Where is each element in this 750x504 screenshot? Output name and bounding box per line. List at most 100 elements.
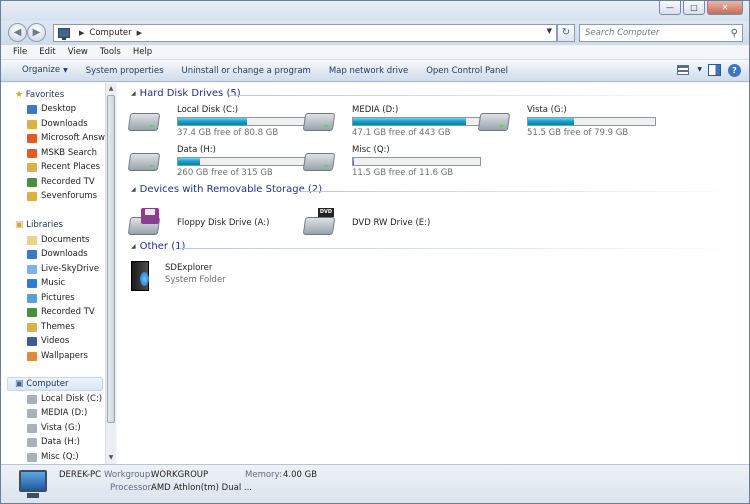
computer-icon: ▣ <box>15 379 24 389</box>
drive-name: Floppy Disk Drive (A:) <box>177 218 270 228</box>
drive-data-h[interactable]: Data (H:) 260 GB free of 315 GB <box>127 145 306 185</box>
menu-edit[interactable]: Edit <box>33 45 61 59</box>
group-header-other[interactable]: ◢ Other (1) <box>131 240 185 254</box>
address-bar[interactable]: ▶ Computer ▶ ▼ <box>53 24 557 42</box>
drive-free-space: 47.1 GB free of 443 GB <box>352 128 451 138</box>
drive-name: MEDIA (D:) <box>352 105 399 115</box>
preview-pane-icon[interactable] <box>708 64 721 76</box>
drive-vista-g[interactable]: Vista (G:) 51.5 GB free of 79.9 GB <box>477 105 656 145</box>
sidebar-item-videos[interactable]: Videos <box>27 334 69 348</box>
organize-button[interactable]: Organize ▼ <box>13 59 77 82</box>
folder-icon <box>27 133 37 143</box>
change-view-icon[interactable] <box>677 65 689 75</box>
sidebar-item-misc-q[interactable]: Misc (Q:) <box>27 450 79 464</box>
close-button[interactable]: ✕ <box>707 1 743 15</box>
scroll-thumb[interactable] <box>107 95 115 423</box>
address-row: ◀ ▶ ▶ Computer ▶ ▼ ↻ Search Computer ⚲ <box>1 21 749 45</box>
nav-label: Sevenforums <box>41 191 98 201</box>
breadcrumb-computer[interactable]: Computer <box>89 28 131 38</box>
open-control-panel-button[interactable]: Open Control Panel <box>417 60 517 82</box>
workgroup-value: WORKGROUP <box>151 470 209 480</box>
sidebar-item-recent-places[interactable]: Recent Places <box>27 160 100 174</box>
sidebar-item-vista-g[interactable]: Vista (G:) <box>27 421 81 435</box>
drive-free-space: 260 GB free of 315 GB <box>177 168 273 178</box>
menu-tools[interactable]: Tools <box>94 45 127 59</box>
maximize-button[interactable]: □ <box>683 1 705 15</box>
collapse-triangle-icon[interactable]: ◢ <box>131 240 136 254</box>
collapse-triangle-icon[interactable]: ◢ <box>131 183 136 197</box>
optical-drive-icon <box>302 217 336 235</box>
drive-floppy-a[interactable]: Floppy Disk Drive (A:) <box>127 203 303 243</box>
sidebar-item-local-disk-c[interactable]: Local Disk (C:) <box>27 392 102 406</box>
uninstall-program-button[interactable]: Uninstall or change a program <box>173 60 320 82</box>
cloud-icon <box>27 264 37 274</box>
hard-drive-icon <box>127 153 161 171</box>
back-button[interactable]: ◀ <box>8 23 27 42</box>
sidebar-item-media-d[interactable]: MEDIA (D:) <box>27 406 87 420</box>
processor-value: AMD Athlon(tm) Dual ... <box>151 483 252 493</box>
sidebar-item-documents[interactable]: Documents <box>27 233 89 247</box>
chevron-right-icon[interactable]: ▶ <box>79 29 84 37</box>
forward-button[interactable]: ▶ <box>27 23 46 42</box>
chevron-down-icon[interactable]: ▼ <box>697 64 702 76</box>
sidebar-item-desktop[interactable]: Desktop <box>27 102 76 116</box>
sidebar-item-mskb-search[interactable]: MSKB Search <box>27 146 97 160</box>
chevron-down-icon: ▼ <box>63 67 68 74</box>
sidebar-item-themes[interactable]: Themes <box>27 320 75 334</box>
scroll-down-arrow-icon[interactable]: ▼ <box>106 452 116 464</box>
folder-sdexplorer[interactable]: SDExplorer System Folder <box>117 261 291 301</box>
sidebar-item-wallpapers[interactable]: Wallpapers <box>27 349 88 363</box>
processor-label: Processor: <box>110 483 154 493</box>
scroll-up-arrow-icon[interactable]: ▲ <box>106 83 116 95</box>
group-header-removable-storage[interactable]: ◢ Devices with Removable Storage (2) <box>131 183 322 197</box>
drive-misc-q[interactable]: Misc (Q:) 11.5 GB free of 11.6 GB <box>302 145 481 185</box>
system-properties-button[interactable]: System properties <box>77 60 173 82</box>
nav-label: MEDIA (D:) <box>41 408 88 418</box>
sidebar-item-pictures[interactable]: Pictures <box>27 291 75 305</box>
sidebar-item-sevenforums[interactable]: Sevenforums <box>27 189 97 203</box>
help-icon[interactable]: ? <box>728 64 741 77</box>
sidebar-item-live-skydrive[interactable]: Live-SkyDrive <box>27 262 99 276</box>
sidebar-item-downloads[interactable]: Downloads <box>27 117 88 131</box>
hard-drive-icon <box>27 452 37 462</box>
library-icon: ▣ <box>15 220 24 230</box>
sidebar-item-lib-recorded-tv[interactable]: Recorded TV <box>27 305 95 319</box>
drive-local-disk-c[interactable]: Local Disk (C:) 37.4 GB free of 80.8 GB <box>127 105 306 145</box>
sidebar-item-data-h[interactable]: Data (H:) <box>27 435 80 449</box>
details-pane: DEREK-PC Workgroup: WORKGROUP Memory: 4.… <box>1 464 749 503</box>
folder-type: System Folder <box>165 275 226 285</box>
hard-drive-icon <box>302 113 336 131</box>
nav-label: Local Disk (C:) <box>41 394 103 404</box>
drive-usage-fill <box>178 118 247 125</box>
nav-label: Recorded TV <box>41 177 95 187</box>
menu-help[interactable]: Help <box>127 45 158 59</box>
sidebar-item-recorded-tv[interactable]: Recorded TV <box>27 175 95 189</box>
nav-favorites-header[interactable]: ★ Favorites <box>15 88 64 102</box>
chevron-right-icon[interactable]: ▶ <box>137 29 142 37</box>
sidebar-item-lib-downloads[interactable]: Downloads <box>27 247 88 261</box>
group-header-hard-disk-drives[interactable]: ◢ Hard Disk Drives (5) <box>131 87 241 101</box>
drive-dvd-rw-e[interactable]: DVD DVD RW Drive (E:) <box>302 203 478 243</box>
map-network-drive-button[interactable]: Map network drive <box>320 60 417 82</box>
workgroup-label: Workgroup: <box>104 470 154 480</box>
chevron-down-icon[interactable]: ▼ <box>547 27 552 35</box>
collapse-triangle-icon[interactable]: ◢ <box>131 87 136 101</box>
nav-libraries-header[interactable]: ▣ Libraries <box>15 218 63 232</box>
drive-led <box>324 125 329 127</box>
drive-led <box>499 125 504 127</box>
sidebar-item-music[interactable]: Music <box>27 276 65 290</box>
group-divider <box>179 248 739 249</box>
nav-scrollbar[interactable]: ▲ ▼ <box>105 83 116 464</box>
search-icon[interactable]: ⚲ <box>731 26 738 42</box>
drive-media-d[interactable]: MEDIA (D:) 47.1 GB free of 443 GB <box>302 105 481 145</box>
menu-file[interactable]: File <box>7 45 33 59</box>
refresh-button[interactable]: ↻ <box>557 24 575 42</box>
menu-view[interactable]: View <box>62 45 94 59</box>
search-input[interactable]: Search Computer ⚲ <box>579 24 743 42</box>
minimize-button[interactable]: — <box>659 1 681 15</box>
pc-name: DEREK-PC <box>59 470 102 480</box>
sdexplorer-icon <box>131 261 149 291</box>
sidebar-item-microsoft-answers[interactable]: Microsoft Answe <box>27 131 105 145</box>
nav-computer-header[interactable]: ▣ Computer <box>15 377 68 391</box>
nav-label: Recorded TV <box>41 307 95 317</box>
